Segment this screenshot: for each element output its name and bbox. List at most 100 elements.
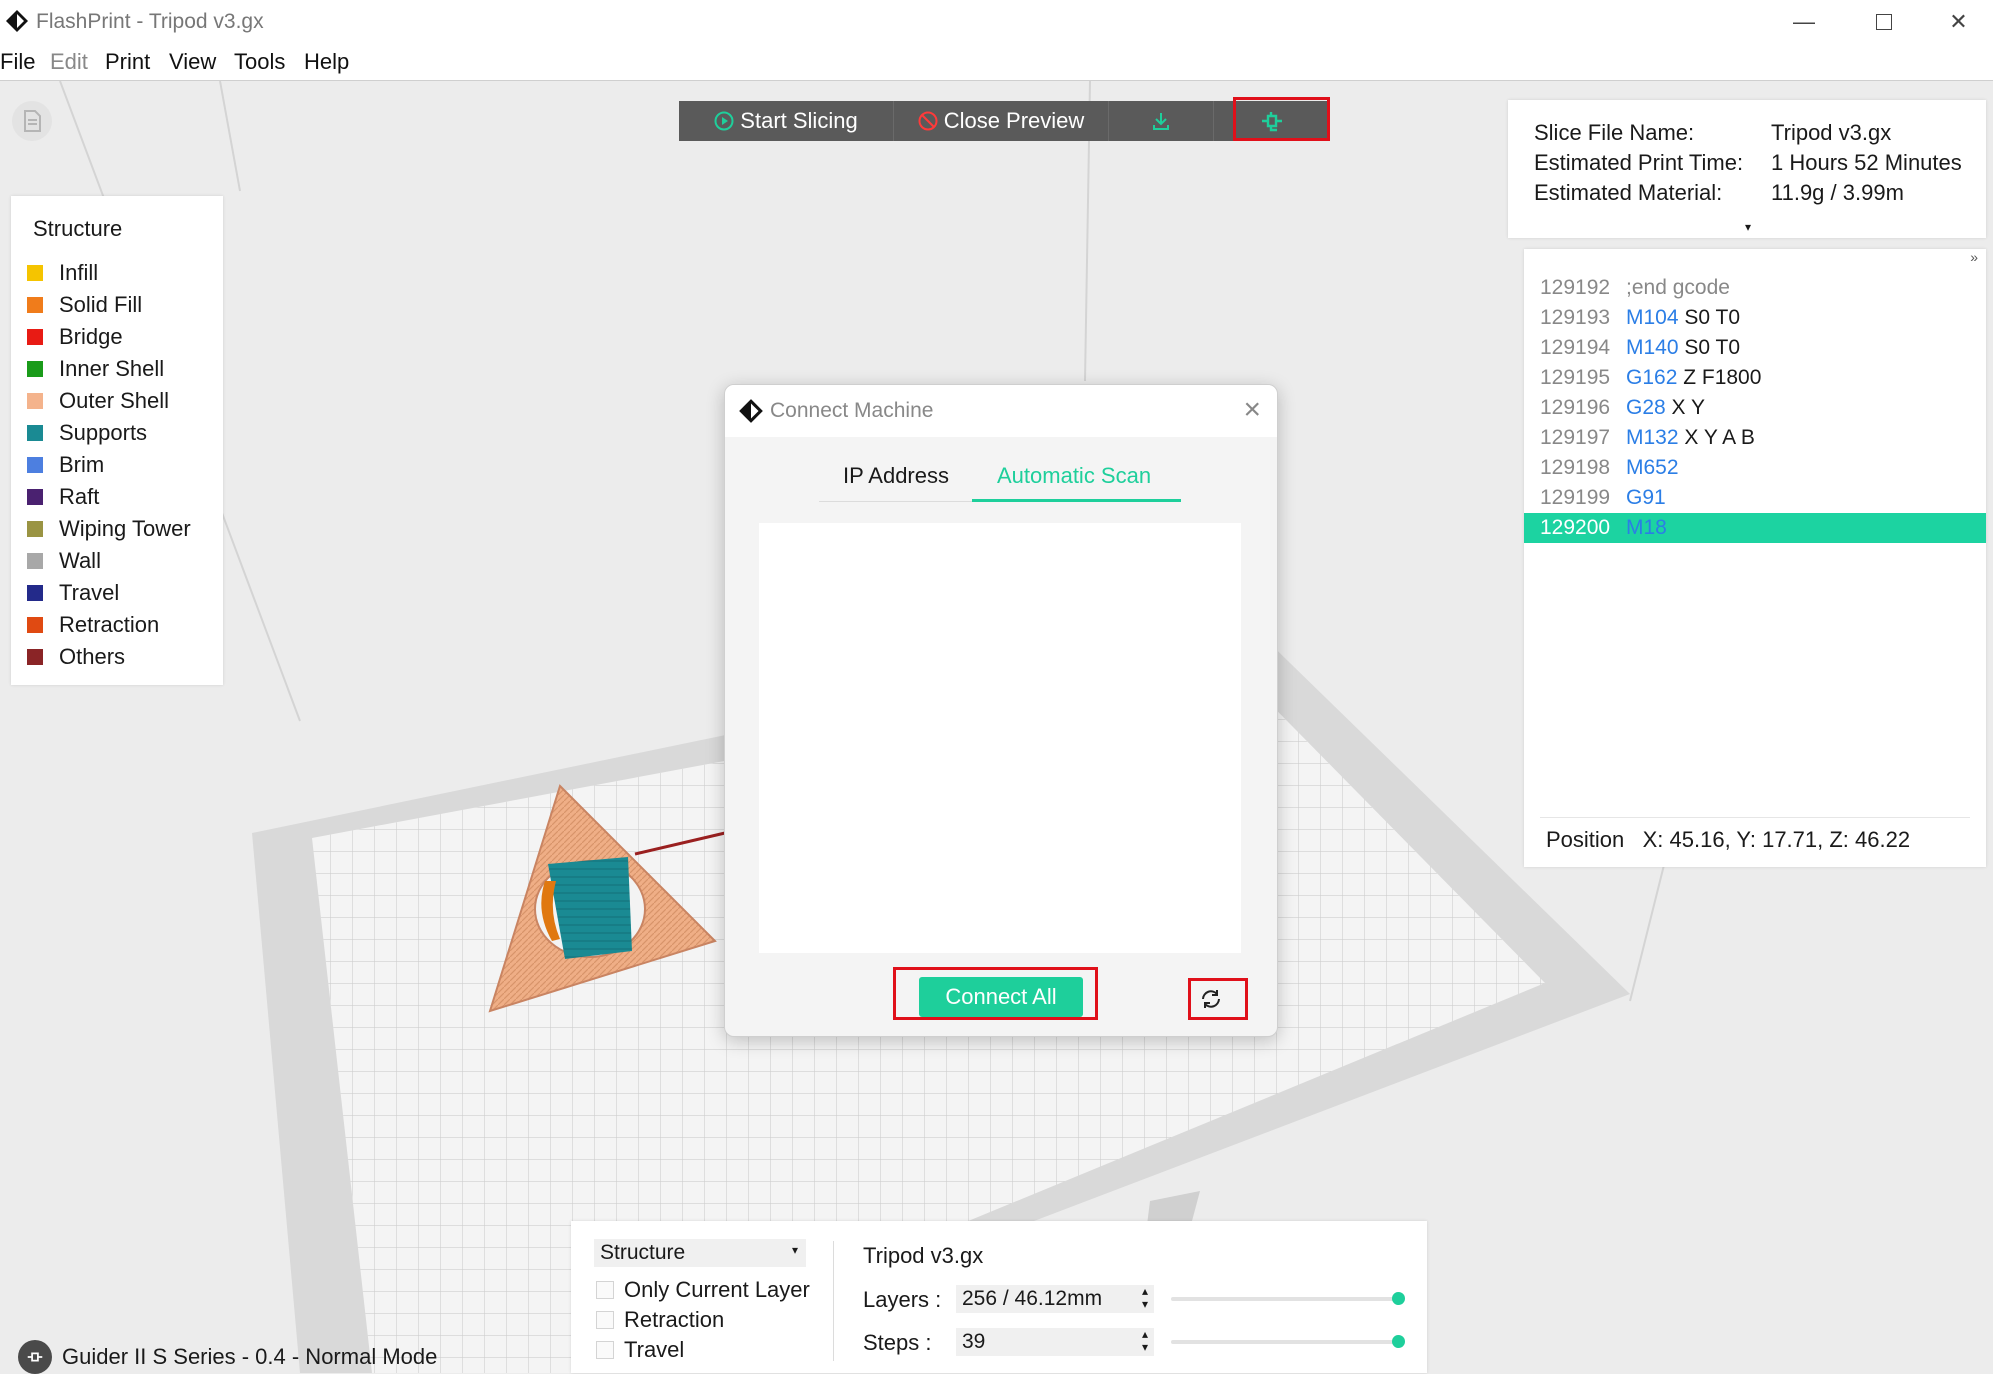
menu-file[interactable]: File	[0, 49, 35, 75]
active-tab-indicator	[972, 499, 1181, 502]
gcode-line[interactable]: 129194 M140 S0 T0	[1524, 333, 1986, 363]
retraction-checkbox-row[interactable]: Retraction	[596, 1307, 724, 1333]
legend-item: Bridge	[27, 324, 123, 350]
slider-handle[interactable]	[1392, 1335, 1405, 1348]
legend-label: Inner Shell	[59, 356, 165, 381]
tab-ip-address[interactable]: IP Address	[843, 463, 949, 489]
minimize-button[interactable]: —	[1764, 0, 1844, 44]
gcode-args: S0 T0	[1678, 336, 1741, 359]
legend-item: Supports	[27, 420, 147, 446]
layers-value: 256 / 46.12mm	[962, 1287, 1103, 1310]
close-window-button[interactable]: ✕	[1924, 0, 1993, 44]
layers-slider[interactable]	[1171, 1292, 1405, 1305]
gcode-line[interactable]: 129193 M104 S0 T0	[1524, 303, 1986, 333]
print-time-value: 1 Hours 52 Minutes	[1771, 150, 1962, 175]
layer-control-panel: Structure ▾ Only Current Layer Retractio…	[571, 1221, 1427, 1373]
legend-label: Brim	[59, 452, 105, 477]
structure-select[interactable]: Structure ▾	[594, 1239, 806, 1267]
connect-all-button[interactable]: Connect All	[919, 977, 1083, 1017]
tab-automatic-scan[interactable]: Automatic Scan	[997, 463, 1151, 489]
gcode-line[interactable]: 129197 M132 X Y A B	[1524, 423, 1986, 453]
bridge-swatch	[27, 329, 43, 345]
gcode-line[interactable]: 129196 G28 X Y	[1524, 393, 1986, 423]
gcode-line[interactable]: 129195 G162 Z F1800	[1524, 363, 1986, 393]
menu-edit[interactable]: Edit	[50, 49, 88, 75]
machine-status-text: Guider II S Series - 0.4 - Normal Mode	[62, 1344, 438, 1369]
preview-toolbar: Start Slicing Close Preview	[679, 101, 1329, 141]
wall-swatch	[27, 553, 43, 569]
gcode-keyword: M652	[1626, 456, 1679, 479]
line-number: 129193	[1540, 306, 1611, 329]
line-number: 129197	[1540, 426, 1611, 449]
machine-scan-list[interactable]	[759, 523, 1241, 953]
legend-label: Raft	[59, 484, 100, 509]
inner-shell-swatch	[27, 361, 43, 377]
legend-item: Travel	[27, 580, 119, 606]
refresh-button[interactable]	[1193, 981, 1229, 1017]
slider-handle[interactable]	[1392, 1292, 1405, 1305]
menu-help[interactable]: Help	[304, 49, 349, 75]
material-label: Estimated Material:	[1534, 180, 1723, 205]
position-label: Position	[1546, 827, 1625, 852]
structure-legend: Structure Infill Solid Fill Bridge Inner…	[11, 196, 223, 685]
download-icon	[1153, 113, 1169, 130]
close-preview-button[interactable]: Close Preview	[894, 101, 1109, 141]
gcode-args: X Y	[1665, 396, 1706, 419]
file-name-value: Tripod v3.gx	[1771, 120, 1892, 145]
slice-info-panel: Slice File Name: Tripod v3.gx Estimated …	[1508, 100, 1986, 238]
start-slicing-button[interactable]: Start Slicing	[679, 101, 894, 141]
only-current-layer-checkbox-row[interactable]: Only Current Layer	[596, 1277, 810, 1303]
others-swatch	[27, 649, 43, 665]
gcode-keyword: G28	[1626, 396, 1666, 419]
legend-label: Wiping Tower	[59, 516, 191, 541]
menu-tools[interactable]: Tools	[234, 49, 285, 75]
supports-swatch	[27, 425, 43, 441]
export-button[interactable]	[1109, 101, 1214, 141]
steps-slider[interactable]	[1171, 1335, 1405, 1348]
gcode-line[interactable]: 129192 ;end gcode	[1524, 273, 1986, 303]
maximize-button[interactable]	[1844, 0, 1924, 44]
brim-swatch	[27, 457, 43, 473]
stop-icon	[918, 111, 938, 131]
flashprint-logo-icon	[6, 10, 28, 32]
wiping-tower-swatch	[27, 521, 43, 537]
travel-checkbox[interactable]	[596, 1341, 614, 1359]
position-value: X: 45.16, Y: 17.71, Z: 46.22	[1642, 827, 1911, 852]
expand-icon[interactable]: »	[1970, 249, 1978, 265]
gcode-keyword: M104	[1626, 306, 1679, 329]
spin-arrows-icon[interactable]: ▴ ▾	[1142, 1285, 1148, 1311]
machine-connection-icon[interactable]	[18, 1340, 52, 1374]
line-number: 129196	[1540, 396, 1611, 419]
dialog-title: Connect Machine	[770, 399, 934, 422]
file-list-button[interactable]	[12, 101, 52, 141]
material-value: 11.9g / 3.99m	[1771, 180, 1904, 205]
gcode-args: S0 T0	[1678, 306, 1741, 329]
line-number: 129195	[1540, 366, 1611, 389]
gcode-line-selected[interactable]: 129200 M18	[1524, 513, 1986, 543]
close-icon: ✕	[1949, 9, 1968, 34]
retraction-checkbox[interactable]	[596, 1311, 614, 1329]
dropdown-arrow-icon: ▾	[791, 1243, 798, 1257]
spin-arrows-icon[interactable]: ▴ ▾	[1142, 1328, 1148, 1354]
legend-item: Wall	[27, 548, 101, 574]
travel-checkbox-row[interactable]: Travel	[596, 1337, 684, 1363]
close-preview-label: Close Preview	[943, 108, 1085, 133]
legend-item: Retraction	[27, 612, 159, 638]
steps-spinbox[interactable]: 39 ▴ ▾	[956, 1328, 1154, 1356]
menu-print[interactable]: Print	[105, 49, 150, 75]
gcode-line[interactable]: 129198 M652	[1524, 453, 1986, 483]
layers-spinbox[interactable]: 256 / 46.12mm ▴ ▾	[956, 1285, 1154, 1313]
gcode-line[interactable]: 129199 G91	[1524, 483, 1986, 513]
start-slicing-label: Start Slicing	[740, 108, 858, 133]
print-connect-button[interactable]	[1214, 101, 1329, 141]
legend-item: Infill	[27, 260, 98, 286]
collapse-chevron-icon[interactable]: ▾	[1745, 220, 1751, 234]
raft-swatch	[27, 489, 43, 505]
menu-view[interactable]: View	[169, 49, 216, 75]
legend-item: Others	[27, 644, 125, 670]
gcode-args: X Y A B	[1678, 426, 1755, 449]
legend-label: Outer Shell	[59, 388, 170, 413]
dialog-close-button[interactable]: ×	[1243, 393, 1261, 427]
title-bar: FlashPrint - Tripod v3.gx — ✕	[0, 0, 1993, 44]
only-current-layer-checkbox[interactable]	[596, 1281, 614, 1299]
